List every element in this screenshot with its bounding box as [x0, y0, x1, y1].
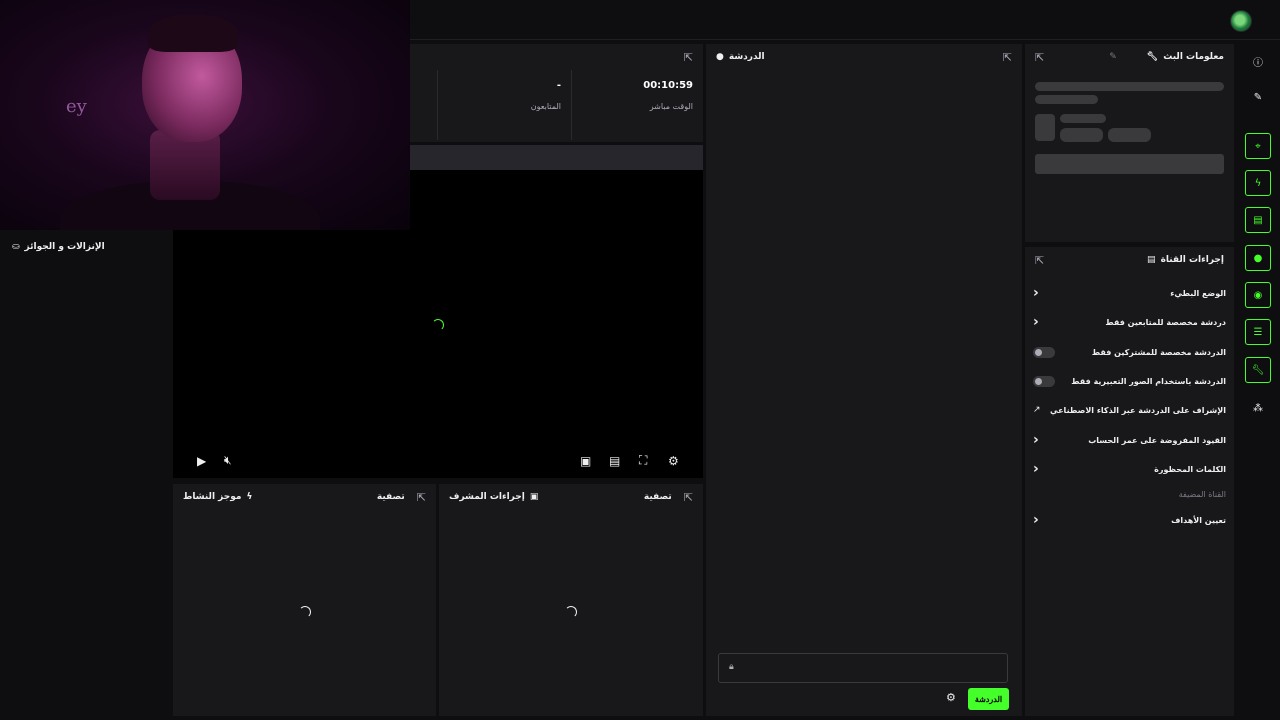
stream-info-title-group: معلومات البث 🔧︎: [1147, 52, 1224, 62]
chat-panel: الدردشة ● ⇱ 🔒︎ ⚙ الدردشة: [706, 44, 1022, 716]
neon-sign: ey: [66, 96, 87, 117]
chat-header: الدردشة ● ⇱: [706, 44, 1022, 70]
channel-actions-panel: ⇱ إجراءات القناة ▤ › الوضع البطيء › دردش…: [1025, 247, 1234, 716]
shield-icon: ▣: [529, 492, 539, 502]
chevron-right-icon: ›: [1033, 285, 1039, 301]
emote-only-toggle[interactable]: [1033, 375, 1055, 387]
popout-icon[interactable]: ⇱: [417, 491, 426, 504]
stat-label: المتابعون: [530, 102, 561, 111]
user-avatar[interactable]: [1230, 10, 1252, 32]
rewards-header: الإنزالات و الجوائز ⛀: [12, 242, 105, 252]
mod-actions-title-group: ▣ إجراءات المشرف: [449, 492, 538, 502]
chat-settings-icon[interactable]: ⚙: [946, 691, 956, 704]
stream-info-panel: ⇱ ✎ معلومات البث 🔧︎: [1025, 44, 1234, 242]
stat-value: 00:10:59: [643, 80, 693, 91]
activity-feed-header: ϟ موجز النشاط تصفية ⇱: [173, 484, 436, 510]
action-emote-only[interactable]: الدردشة باستخدام الصور التعبيرية فقط: [1025, 367, 1234, 395]
channel-actions-header: ⇱ إجراءات القناة ▤: [1025, 247, 1234, 273]
chevron-right-icon: ›: [1033, 314, 1039, 330]
stats-subbar: [410, 145, 703, 170]
rewards-title: الإنزالات و الجوائز: [24, 242, 105, 252]
stats-header: ⇱: [410, 44, 703, 70]
webcam-figure-hair: [148, 14, 238, 52]
skeleton-line: [1035, 95, 1098, 104]
activity-feed-title: موجز النشاط: [183, 492, 242, 502]
filter-button[interactable]: تصفية: [377, 492, 405, 502]
chat-input[interactable]: 🔒︎: [718, 653, 1008, 683]
popout-icon[interactable]: ⇱: [684, 51, 693, 64]
skeleton-thumb: [1035, 114, 1055, 141]
chevron-right-icon: ›: [1033, 512, 1039, 528]
loading-spinner-icon: [565, 606, 577, 618]
stack-icon[interactable]: ☰: [1245, 319, 1271, 345]
chat-title-group: الدردشة ●: [716, 52, 765, 62]
skeleton-line: [1035, 82, 1224, 91]
channel-actions-title: إجراءات القناة: [1160, 255, 1224, 265]
chat-send-button[interactable]: الدردشة: [968, 688, 1009, 710]
bolt-icon[interactable]: ϟ: [1245, 170, 1271, 196]
activity-feed-panel: ϟ موجز النشاط تصفية ⇱: [173, 484, 436, 716]
action-subscribers-only[interactable]: الدردشة مخصصة للمشتركين فقط: [1025, 338, 1234, 366]
loading-spinner-icon: [432, 319, 444, 331]
chat-icon[interactable]: ●: [1245, 245, 1271, 271]
info-icon[interactable]: ⓘ: [1245, 48, 1271, 74]
skeleton-line: [1060, 114, 1106, 123]
stream-info-header: ⇱ ✎ معلومات البث 🔧︎: [1025, 44, 1234, 70]
action-followers-only[interactable]: › دردشة مخصصة للمتابعين فقط: [1025, 308, 1234, 336]
fullscreen-icon[interactable]: ⛶: [639, 453, 647, 468]
mod-actions-header: ▣ إجراءات المشرف تصفية ⇱: [439, 484, 703, 510]
action-set-goals[interactable]: › تعيين الأهداف: [1025, 506, 1234, 534]
play-icon[interactable]: ▶: [197, 454, 206, 468]
channel-actions-title-group: إجراءات القناة ▤: [1147, 255, 1224, 265]
stream-info-title: معلومات البث: [1163, 52, 1224, 62]
stat-label: الوقت مباشر: [649, 102, 693, 111]
broadcast-icon[interactable]: ◉: [1245, 282, 1271, 308]
bolt-icon: ϟ: [246, 492, 253, 502]
subscribers-only-toggle[interactable]: [1033, 346, 1055, 358]
gift-icon: ⛀: [12, 242, 20, 252]
wrench-icon[interactable]: 🔧︎: [1245, 357, 1271, 383]
action-slow-mode[interactable]: › الوضع البطيء: [1025, 279, 1234, 307]
wrench-icon: 🔧︎: [1146, 52, 1159, 62]
activity-feed-title-group: ϟ موجز النشاط: [183, 492, 252, 502]
chat-title: الدردشة: [728, 52, 765, 62]
section-header: القناة المضيفة: [1178, 490, 1226, 499]
skeleton-tag: [1108, 128, 1151, 142]
stat-value: -: [556, 80, 561, 91]
filter-button[interactable]: تصفية: [644, 492, 672, 502]
edit-icon[interactable]: ✎: [1109, 52, 1117, 62]
stat-live-time: 00:10:59 الوقت مباشر: [571, 70, 703, 140]
action-ai-moderation[interactable]: ↗ الإشراف على الدردشة عبر الذكاء الاصطنا…: [1025, 396, 1234, 424]
channel-actions-icon: ▤: [1147, 255, 1156, 265]
skeleton-tag: [1060, 128, 1103, 142]
popout-icon[interactable]: ⇱: [1003, 51, 1012, 64]
webcam-preview: ey: [0, 0, 410, 230]
lock-icon: 🔒︎: [729, 662, 734, 672]
action-account-age[interactable]: › القيود المفروضة على عمر الحساب: [1025, 426, 1234, 454]
chevron-right-icon: ›: [1033, 461, 1039, 477]
mute-icon[interactable]: 🔇︎: [224, 453, 232, 468]
document-icon[interactable]: ▤: [1245, 207, 1271, 233]
settings-gear-icon[interactable]: ⚙: [668, 454, 679, 468]
theater-icon[interactable]: ▤: [609, 454, 620, 468]
popout-icon[interactable]: ⇱: [1035, 51, 1044, 64]
external-link-icon: ↗: [1033, 405, 1041, 415]
right-rail: ⓘ ✎ ⌖ ϟ ▤ ● ◉ ☰ 🔧︎ ⁂: [1237, 44, 1280, 720]
chevron-right-icon: ›: [1033, 432, 1039, 448]
action-blocked-words[interactable]: › الكلمات المحظورة: [1025, 455, 1234, 483]
focus-icon[interactable]: ⌖: [1245, 133, 1271, 159]
skeleton-button: [1035, 154, 1224, 174]
loading-spinner-icon: [299, 606, 311, 618]
stream-stats-panel: ⇱ 00:10:59 الوقت مباشر - المتابعون: [410, 44, 703, 142]
stat-followers: - المتابعون: [437, 70, 571, 140]
mod-actions-panel: ▣ إجراءات المشرف تصفية ⇱: [439, 484, 703, 716]
popout-icon[interactable]: ⇱: [1035, 254, 1044, 267]
chat-bubble-icon: ●: [716, 52, 724, 62]
popout-icon[interactable]: ⇱: [684, 491, 693, 504]
apps-icon[interactable]: ⁂: [1245, 395, 1271, 421]
mod-actions-title: إجراءات المشرف: [449, 492, 525, 502]
rewards-panel: الإنزالات و الجوائز ⛀: [0, 230, 170, 716]
pencil-icon[interactable]: ✎: [1245, 84, 1271, 110]
pip-icon[interactable]: ▣: [580, 454, 591, 468]
